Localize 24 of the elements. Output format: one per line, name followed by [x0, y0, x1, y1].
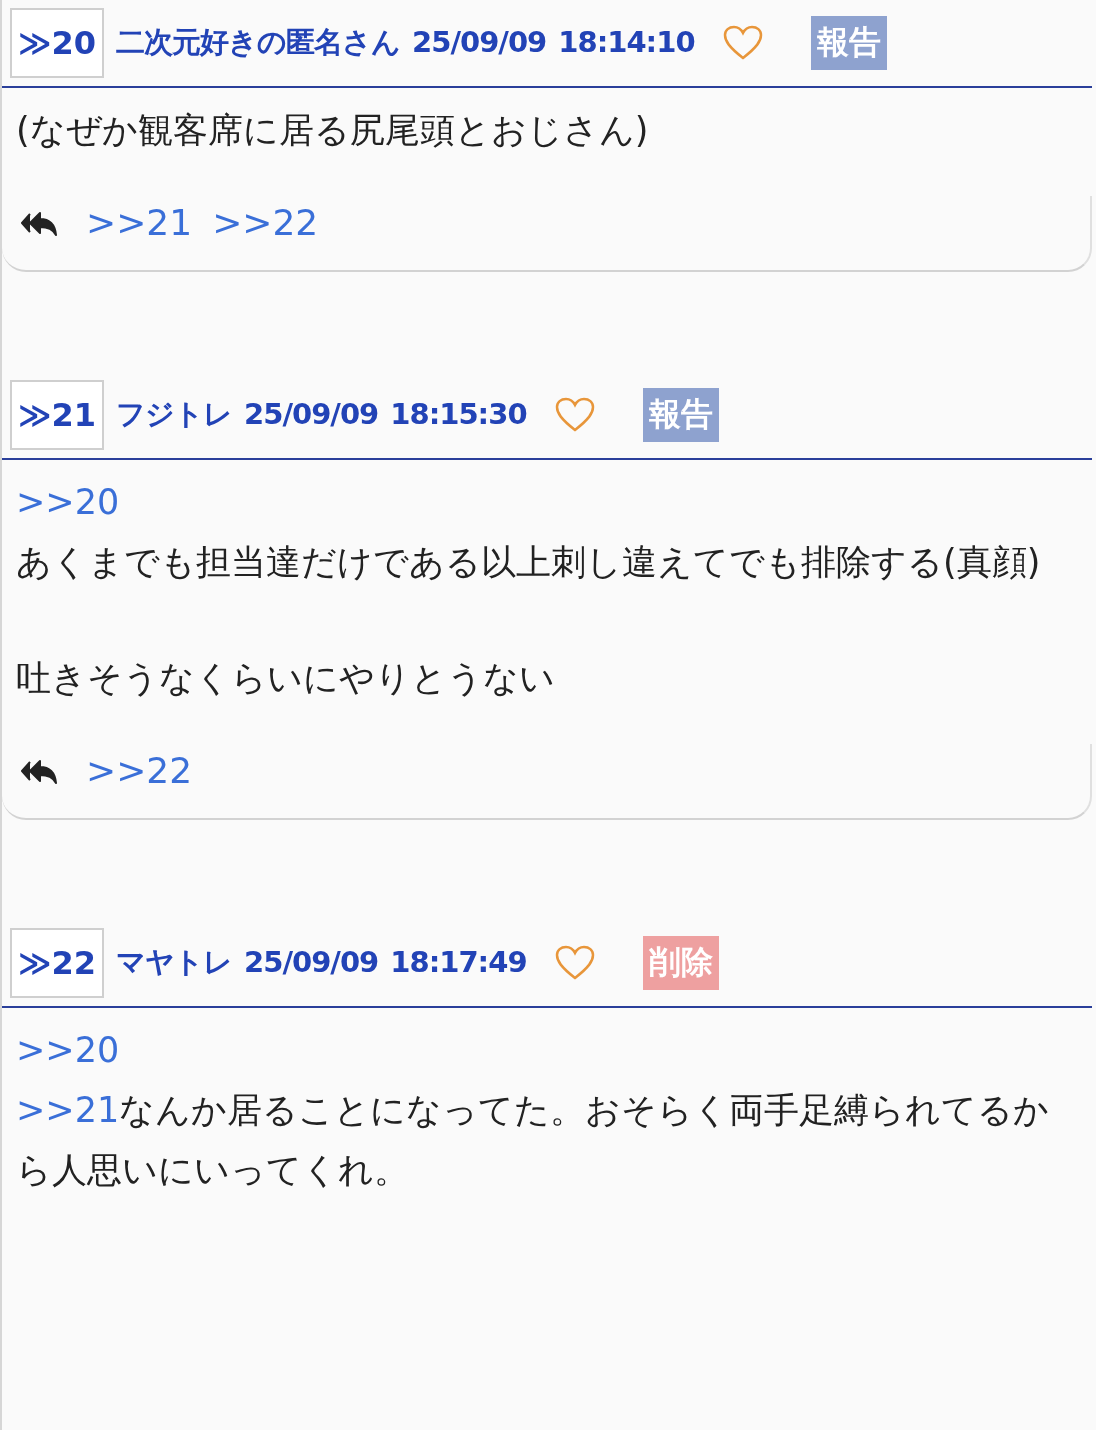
report-button[interactable]: 報告 — [810, 16, 887, 70]
post-date: 25/09/09 — [244, 944, 379, 982]
post-text: あくまでも担当達だけである以上刺し違えてでも排除する(真顔) — [16, 542, 1041, 582]
author-name: マヤトレ — [116, 944, 233, 982]
reply-link[interactable]: >>22 — [212, 196, 319, 250]
reply-link[interactable]: >>22 — [86, 744, 193, 798]
anchor-link[interactable]: >>20 — [16, 482, 120, 522]
anchor-link[interactable]: >>20 — [16, 1030, 120, 1070]
post-date: 25/09/09 — [244, 396, 379, 434]
post-number-link[interactable]: ≫22 — [10, 928, 105, 998]
post-time: 18:17:49 — [390, 944, 527, 982]
post-date: 25/09/09 — [412, 24, 547, 62]
post-text: >>21なんか居ることになってた。おそらく両手足縛られてるから人思いにいってくれ。 — [16, 1090, 1050, 1190]
post-time: 18:15:30 — [390, 396, 527, 434]
reply-link[interactable]: >>21 — [86, 196, 193, 250]
anchor-link[interactable]: >>21 — [16, 1090, 120, 1130]
report-button[interactable]: 報告 — [642, 388, 719, 442]
author-name: 二次元好きの匿名さん — [116, 24, 401, 62]
post-number-link[interactable]: ≫20 — [10, 8, 105, 78]
post-text: 吐きそうなくらいにやりとうない — [16, 658, 555, 698]
post-number-link[interactable]: ≫21 — [10, 380, 105, 450]
post-text: (なぜか観客席に居る尻尾頭とおじさん) — [16, 110, 649, 150]
post-time: 18:14:10 — [558, 24, 695, 62]
author-name: フジトレ — [116, 396, 233, 434]
